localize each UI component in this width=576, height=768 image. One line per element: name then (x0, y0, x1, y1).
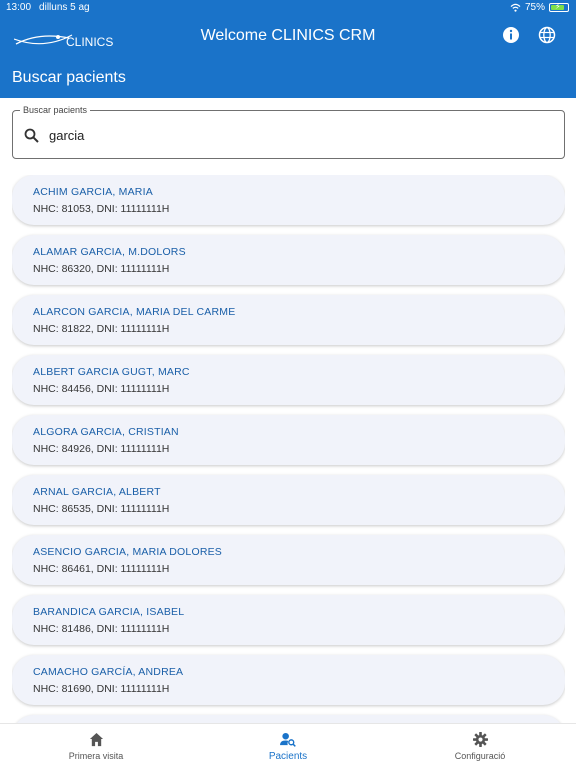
patient-meta: NHC: 84456, DNI: 11111111H (33, 383, 170, 395)
patient-meta: NHC: 86320, DNI: 11111111H (33, 263, 170, 275)
wifi-icon (510, 3, 521, 12)
patient-meta: NHC: 81486, DNI: 11111111H (33, 623, 170, 635)
patient-meta: NHC: 81690, DNI: 11111111H (33, 683, 170, 695)
page-title: Buscar pacients (12, 69, 126, 86)
patient-name: ALBERT GARCIA GUGT, MARC (33, 366, 190, 378)
patient-card[interactable]: ALAMAR GARCIA, M.DOLORS NHC: 86320, DNI: … (12, 235, 565, 285)
patient-meta: NHC: 84926, DNI: 11111111H (33, 443, 170, 455)
patient-name: CAMACHO GARCÍA, ANDREA (33, 666, 184, 678)
nav-label-configuracio: Configuració (454, 751, 506, 761)
status-date: dilluns 5 ag (39, 1, 90, 13)
bottom-nav: Primera visita Pacients Configuració (0, 723, 576, 768)
patient-name: ARNAL GARCIA, ALBERT (33, 486, 161, 498)
patient-name: ALARCON GARCIA, MARIA DEL CARME (33, 306, 236, 318)
page-header: Buscar pacients (0, 58, 576, 98)
gear-icon (472, 732, 488, 747)
patient-search-icon (280, 732, 296, 747)
status-time: 13:00 (6, 1, 32, 13)
patient-meta: NHC: 81822, DNI: 11111111H (33, 323, 170, 335)
patient-name: BARANDICA GARCIA, ISABEL (33, 606, 185, 618)
patient-list[interactable]: ACHIM GARCIA, MARIA NHC: 81053, DNI: 1111… (12, 175, 565, 723)
nav-item-configuracio[interactable]: Configuració (384, 724, 576, 768)
patient-meta: NHC: 86535, DNI: 11111111H (33, 503, 170, 515)
patient-card[interactable]: ACHIM GARCIA, MARIA NHC: 81053, DNI: 1111… (12, 175, 565, 225)
search-input[interactable] (49, 125, 549, 145)
patient-name: ASENCIO GARCIA, MARIA DOLORES (33, 546, 223, 558)
patient-meta: NHC: 81053, DNI: 11111111H (33, 203, 170, 215)
patient-card[interactable]: CAMACHO GARCÍA, ANDREA NHC: 81690, DNI: 1… (12, 655, 565, 705)
nav-item-pacients[interactable]: Pacients (192, 724, 384, 768)
info-icon (503, 27, 519, 43)
patient-card[interactable]: BARANDICA GARCIA, ISABEL NHC: 81486, DNI:… (12, 595, 565, 645)
patient-card[interactable]: ARNAL GARCIA, ALBERT NHC: 86535, DNI: 111… (12, 475, 565, 525)
battery-icon: ⚡ (549, 2, 569, 12)
patient-card[interactable]: ALARCON GARCIA, MARIA DEL CARME NHC: 8182… (12, 295, 565, 345)
patient-card[interactable] (12, 715, 565, 723)
patient-card[interactable]: ALGORA GARCIA, CRISTIAN NHC: 84926, DNI: … (12, 415, 565, 465)
language-button[interactable] (537, 25, 557, 45)
search-icon (24, 128, 39, 143)
globe-icon (538, 26, 556, 44)
patient-card[interactable]: ALBERT GARCIA GUGT, MARC NHC: 84456, DNI:… (12, 355, 565, 405)
nav-label-primera-visita: Primera visita (68, 751, 124, 761)
home-icon (89, 732, 103, 747)
battery-percent: 75% (524, 1, 545, 13)
nav-label-pacients: Pacients (268, 751, 308, 762)
patient-card[interactable]: ASENCIO GARCIA, MARIA DOLORES NHC: 86461,… (12, 535, 565, 585)
app-title: Welcome CLINICS CRM (200, 27, 376, 44)
info-button[interactable] (501, 25, 521, 45)
search-field[interactable]: Buscar pacients (12, 105, 565, 159)
patient-name: ALAMAR GARCIA, M.DOLORS (33, 246, 186, 258)
patient-name: ACHIM GARCIA, MARIA (33, 186, 153, 198)
app-bar: CLINICS Welcome CLINICS CRM (0, 14, 576, 58)
patient-meta: NHC: 86461, DNI: 11111111H (33, 563, 170, 575)
status-bar: 13:00 dilluns 5 ag 75% ⚡ (0, 0, 576, 14)
nav-item-primera-visita[interactable]: Primera visita (0, 724, 192, 768)
patient-name: ALGORA GARCIA, CRISTIAN (33, 426, 179, 438)
search-label: Buscar pacients (20, 105, 91, 115)
